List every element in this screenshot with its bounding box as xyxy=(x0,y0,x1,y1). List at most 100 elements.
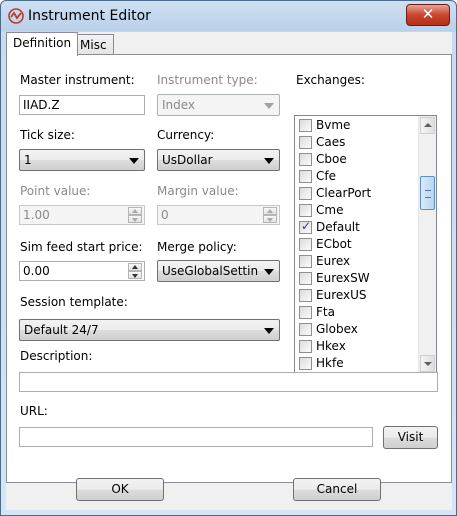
currency-select[interactable]: UsDollar xyxy=(157,149,280,171)
margin-value-value: 0 xyxy=(161,208,169,222)
exchanges-label: Exchanges: xyxy=(296,73,365,87)
exchange-item[interactable]: Caes xyxy=(297,134,417,151)
exchange-item[interactable]: Cboe xyxy=(297,151,417,168)
sim-feed-start-price-value: 0.00 xyxy=(23,264,50,278)
cancel-button[interactable]: Cancel xyxy=(293,478,381,501)
close-icon: ✕ xyxy=(421,5,435,23)
exchange-label: Default xyxy=(316,220,360,234)
exchange-checkbox[interactable] xyxy=(299,306,312,319)
merge-policy-label: Merge policy: xyxy=(157,240,237,254)
spin-down-icon[interactable] xyxy=(128,271,142,279)
instrument-type-value: Index xyxy=(162,98,196,112)
sim-feed-start-price-input[interactable]: 0.00 xyxy=(19,261,145,281)
scroll-up-icon[interactable] xyxy=(420,117,435,134)
exchange-label: Eurex xyxy=(316,254,351,268)
instrument-type-label: Instrument type: xyxy=(157,73,258,87)
exchange-checkbox[interactable] xyxy=(299,219,312,234)
exchange-item[interactable]: Hkfe xyxy=(297,355,417,372)
spin-down-icon xyxy=(263,215,277,223)
exchange-item[interactable]: Fta xyxy=(297,304,417,321)
spin-up-icon xyxy=(128,207,142,215)
chevron-down-icon xyxy=(264,328,274,334)
point-value-spinner xyxy=(128,207,143,223)
session-template-value: Default 24/7 xyxy=(24,323,99,337)
exchange-checkbox[interactable] xyxy=(299,238,312,251)
exchange-item[interactable]: Eurex xyxy=(297,253,417,270)
description-label: Description: xyxy=(20,349,93,363)
merge-policy-select[interactable]: UseGlobalSettin xyxy=(157,260,280,282)
exchange-checkbox[interactable] xyxy=(299,289,312,302)
chevron-down-icon xyxy=(264,158,274,164)
sim-feed-spinner[interactable] xyxy=(128,263,143,279)
scroll-down-icon[interactable] xyxy=(420,355,435,372)
exchange-checkbox[interactable] xyxy=(299,187,312,200)
spin-up-icon[interactable] xyxy=(128,263,142,271)
exchange-item[interactable]: ECbot xyxy=(297,236,417,253)
instrument-type-select: Index xyxy=(157,94,280,116)
exchanges-scrollbar[interactable] xyxy=(418,116,436,373)
exchange-checkbox[interactable] xyxy=(299,136,312,149)
exchange-checkbox[interactable] xyxy=(299,204,312,217)
exchange-checkbox[interactable] xyxy=(299,357,312,370)
exchange-checkbox[interactable] xyxy=(299,323,312,336)
currency-value: UsDollar xyxy=(162,153,213,167)
url-label: URL: xyxy=(20,404,48,418)
exchange-checkbox[interactable] xyxy=(299,255,312,268)
exchange-label: Caes xyxy=(316,135,346,149)
app-logo-icon xyxy=(8,8,24,24)
margin-value-label: Margin value: xyxy=(157,184,239,198)
exchange-label: EurexUS xyxy=(316,288,367,302)
exchange-label: Fta xyxy=(316,305,335,319)
session-template-label: Session template: xyxy=(20,295,128,309)
title-bar[interactable]: Instrument Editor ✕ xyxy=(1,1,456,31)
exchange-label: EurexSW xyxy=(316,271,370,285)
point-value-value: 1.00 xyxy=(23,208,50,222)
exchange-item[interactable]: Hkex xyxy=(297,338,417,355)
master-instrument-input[interactable]: IIAD.Z xyxy=(19,95,145,115)
spin-down-icon xyxy=(128,215,142,223)
tab-misc[interactable]: Misc xyxy=(73,34,114,55)
dialog-client-area: Definition Misc Master instrument: IIAD.… xyxy=(6,32,452,510)
exchange-checkbox[interactable] xyxy=(299,153,312,166)
exchange-label: Globex xyxy=(316,322,358,336)
exchange-item[interactable]: Bvme xyxy=(297,117,417,134)
exchange-item[interactable]: ClearPort xyxy=(297,185,417,202)
scroll-thumb[interactable] xyxy=(420,176,435,210)
instrument-editor-window: Instrument Editor ✕ Definition Misc Mast… xyxy=(0,0,457,516)
exchange-item[interactable]: Default xyxy=(297,219,417,236)
exchange-checkbox[interactable] xyxy=(299,119,312,132)
tick-size-value: 1 xyxy=(24,153,32,167)
master-instrument-label: Master instrument: xyxy=(20,73,135,87)
url-input[interactable] xyxy=(19,427,373,447)
tab-definition[interactable]: Definition xyxy=(6,32,79,56)
definition-panel: Master instrument: IIAD.Z Instrument typ… xyxy=(6,54,452,483)
exchange-label: Hkex xyxy=(316,339,346,353)
exchange-item[interactable]: Cme xyxy=(297,202,417,219)
exchange-label: ECbot xyxy=(316,237,352,251)
margin-value-spinner xyxy=(263,207,278,223)
exchange-checkbox[interactable] xyxy=(299,340,312,353)
exchange-item[interactable]: Cfe xyxy=(297,168,417,185)
tick-size-label: Tick size: xyxy=(20,128,75,142)
point-value-label: Point value: xyxy=(20,184,91,198)
exchange-item[interactable]: EurexSW xyxy=(297,270,417,287)
exchange-label: Cboe xyxy=(316,152,347,166)
exchange-item[interactable]: EurexUS xyxy=(297,287,417,304)
visit-button[interactable]: Visit xyxy=(383,426,438,449)
exchange-item[interactable]: Globex xyxy=(297,321,417,338)
tick-size-select[interactable]: 1 xyxy=(19,149,145,171)
close-button[interactable]: ✕ xyxy=(406,4,450,26)
exchanges-list[interactable]: Bvme Caes Cboe Cfe ClearPort Cme Default ECbot E… xyxy=(294,115,437,374)
margin-value-input: 0 xyxy=(157,205,280,225)
description-input[interactable] xyxy=(19,372,438,392)
exchange-checkbox[interactable] xyxy=(299,170,312,183)
chevron-down-icon xyxy=(264,103,274,109)
session-template-select[interactable]: Default 24/7 xyxy=(19,319,280,341)
merge-policy-value: UseGlobalSettin xyxy=(162,264,259,278)
exchange-checkbox[interactable] xyxy=(299,272,312,285)
sim-feed-start-price-label: Sim feed start price: xyxy=(20,240,143,254)
exchange-label: Cfe xyxy=(316,169,336,183)
ok-button[interactable]: OK xyxy=(76,478,164,501)
exchange-label: Bvme xyxy=(316,118,351,132)
chevron-down-icon xyxy=(264,269,274,275)
